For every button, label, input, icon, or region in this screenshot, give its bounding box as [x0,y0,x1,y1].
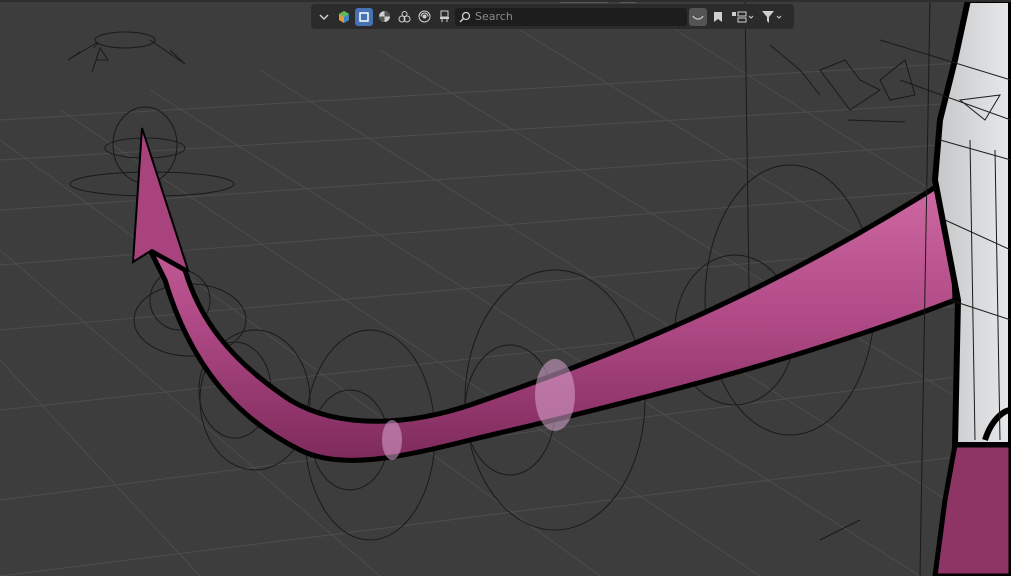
object-mode-icon[interactable] [355,7,373,26]
chevron-down-icon[interactable] [315,8,333,26]
header-edge [0,0,1011,2]
blender-logo-icon[interactable] [335,8,353,26]
outliner-toolbar [311,4,794,29]
bookmark-icon[interactable] [709,8,727,26]
world-icon[interactable] [415,8,433,26]
paint-icon[interactable] [435,8,453,26]
search-input[interactable] [471,10,675,23]
3d-viewport[interactable] [0,0,1011,576]
particles-icon[interactable] [395,8,413,26]
sync-toggle-icon[interactable] [689,7,707,26]
material-icon[interactable] [375,8,393,26]
filter-icon[interactable] [759,8,787,26]
search-field[interactable] [455,7,687,26]
display-mode-icon[interactable] [729,8,757,26]
search-icon [459,11,471,23]
